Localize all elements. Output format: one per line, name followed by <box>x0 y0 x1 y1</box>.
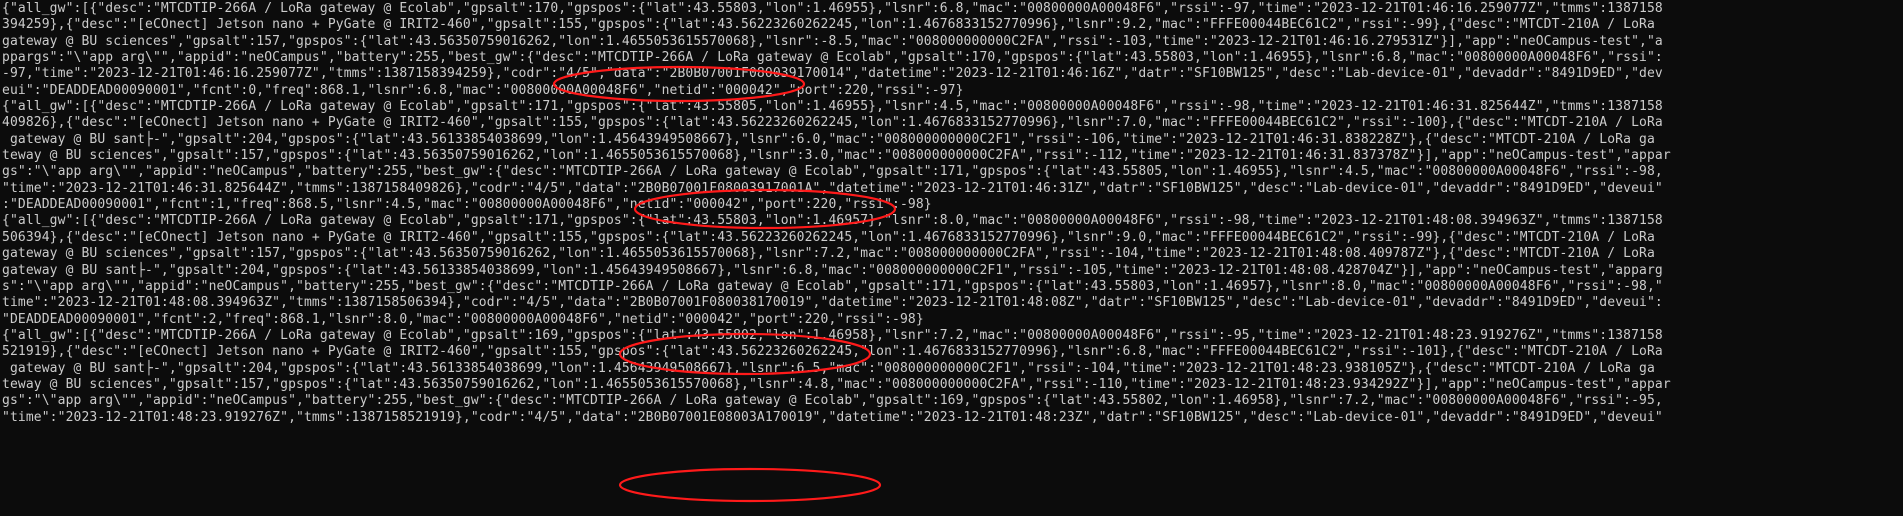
log-line: gateway @ BU sant├-","gpsalt":204,"gpspo… <box>2 262 1663 278</box>
log-line: gs":"\"app arg\"","appid":"neOCampus","b… <box>2 164 1663 180</box>
log-line: s":"\"app arg\"","appid":"neOCampus","ba… <box>2 278 1663 294</box>
log-line: 394259},{"desc":"[eCOnect] Jetson nano +… <box>2 17 1655 33</box>
log-line: gateway @ BU sant├-","gpsalt":204,"gpspo… <box>2 131 1655 147</box>
log-line: "DEADDEAD00090001","fcnt":2,"freq":868.1… <box>2 311 924 327</box>
log-line: {"all_gw":[{"desc":"MTCDTIP-266A / LoRa … <box>2 99 1663 115</box>
log-line: teway @ BU sciences","gpsalt":157,"gpspo… <box>2 148 1671 164</box>
log-line: {"all_gw":[{"desc":"MTCDTIP-266A / LoRa … <box>2 1 1663 16</box>
log-line: :"DEADDEAD00090001","fcnt":1,"freq":868.… <box>2 197 932 213</box>
log-line: "time":"2023-12-21T01:46:31.825644Z","tm… <box>2 180 1663 196</box>
terminal-output[interactable]: {"all_gw":[{"desc":"MTCDTIP-266A / LoRa … <box>0 0 1903 516</box>
log-line: teway @ BU sciences","gpsalt":157,"gpspo… <box>2 376 1671 392</box>
log-line: ppargs":"\"app arg\"","appid":"neOCampus… <box>2 50 1663 66</box>
log-line: eui":"DEADDEAD00090001","fcnt":0,"freq":… <box>2 82 964 98</box>
log-line: gateway @ BU sciences","gpsalt":157,"gps… <box>2 33 1663 49</box>
log-line: 409826},{"desc":"[eCOnect] Jetson nano +… <box>2 115 1663 131</box>
log-line: gateway @ BU sciences","gpsalt":157,"gps… <box>2 246 1655 262</box>
log-line: 506394},{"desc":"[eCOnect] Jetson nano +… <box>2 229 1655 245</box>
log-line: gateway @ BU sant├-","gpsalt":204,"gpspo… <box>2 360 1655 376</box>
log-line: 521919},{"desc":"[eCOnect] Jetson nano +… <box>2 344 1663 360</box>
log-line: gs":"\"app arg\"","appid":"neOCampus","b… <box>2 393 1663 409</box>
log-line: time":"2023-12-21T01:48:08.394963Z","tmm… <box>2 295 1663 311</box>
log-line: "time":"2023-12-21T01:48:23.919276Z","tm… <box>2 409 1663 425</box>
log-line: {"all_gw":[{"desc":"MTCDTIP-266A / LoRa … <box>2 327 1663 343</box>
log-line: {"all_gw":[{"desc":"MTCDTIP-266A / LoRa … <box>2 213 1663 229</box>
log-line: -97,"time":"2023-12-21T01:46:16.259077Z"… <box>2 66 1663 82</box>
